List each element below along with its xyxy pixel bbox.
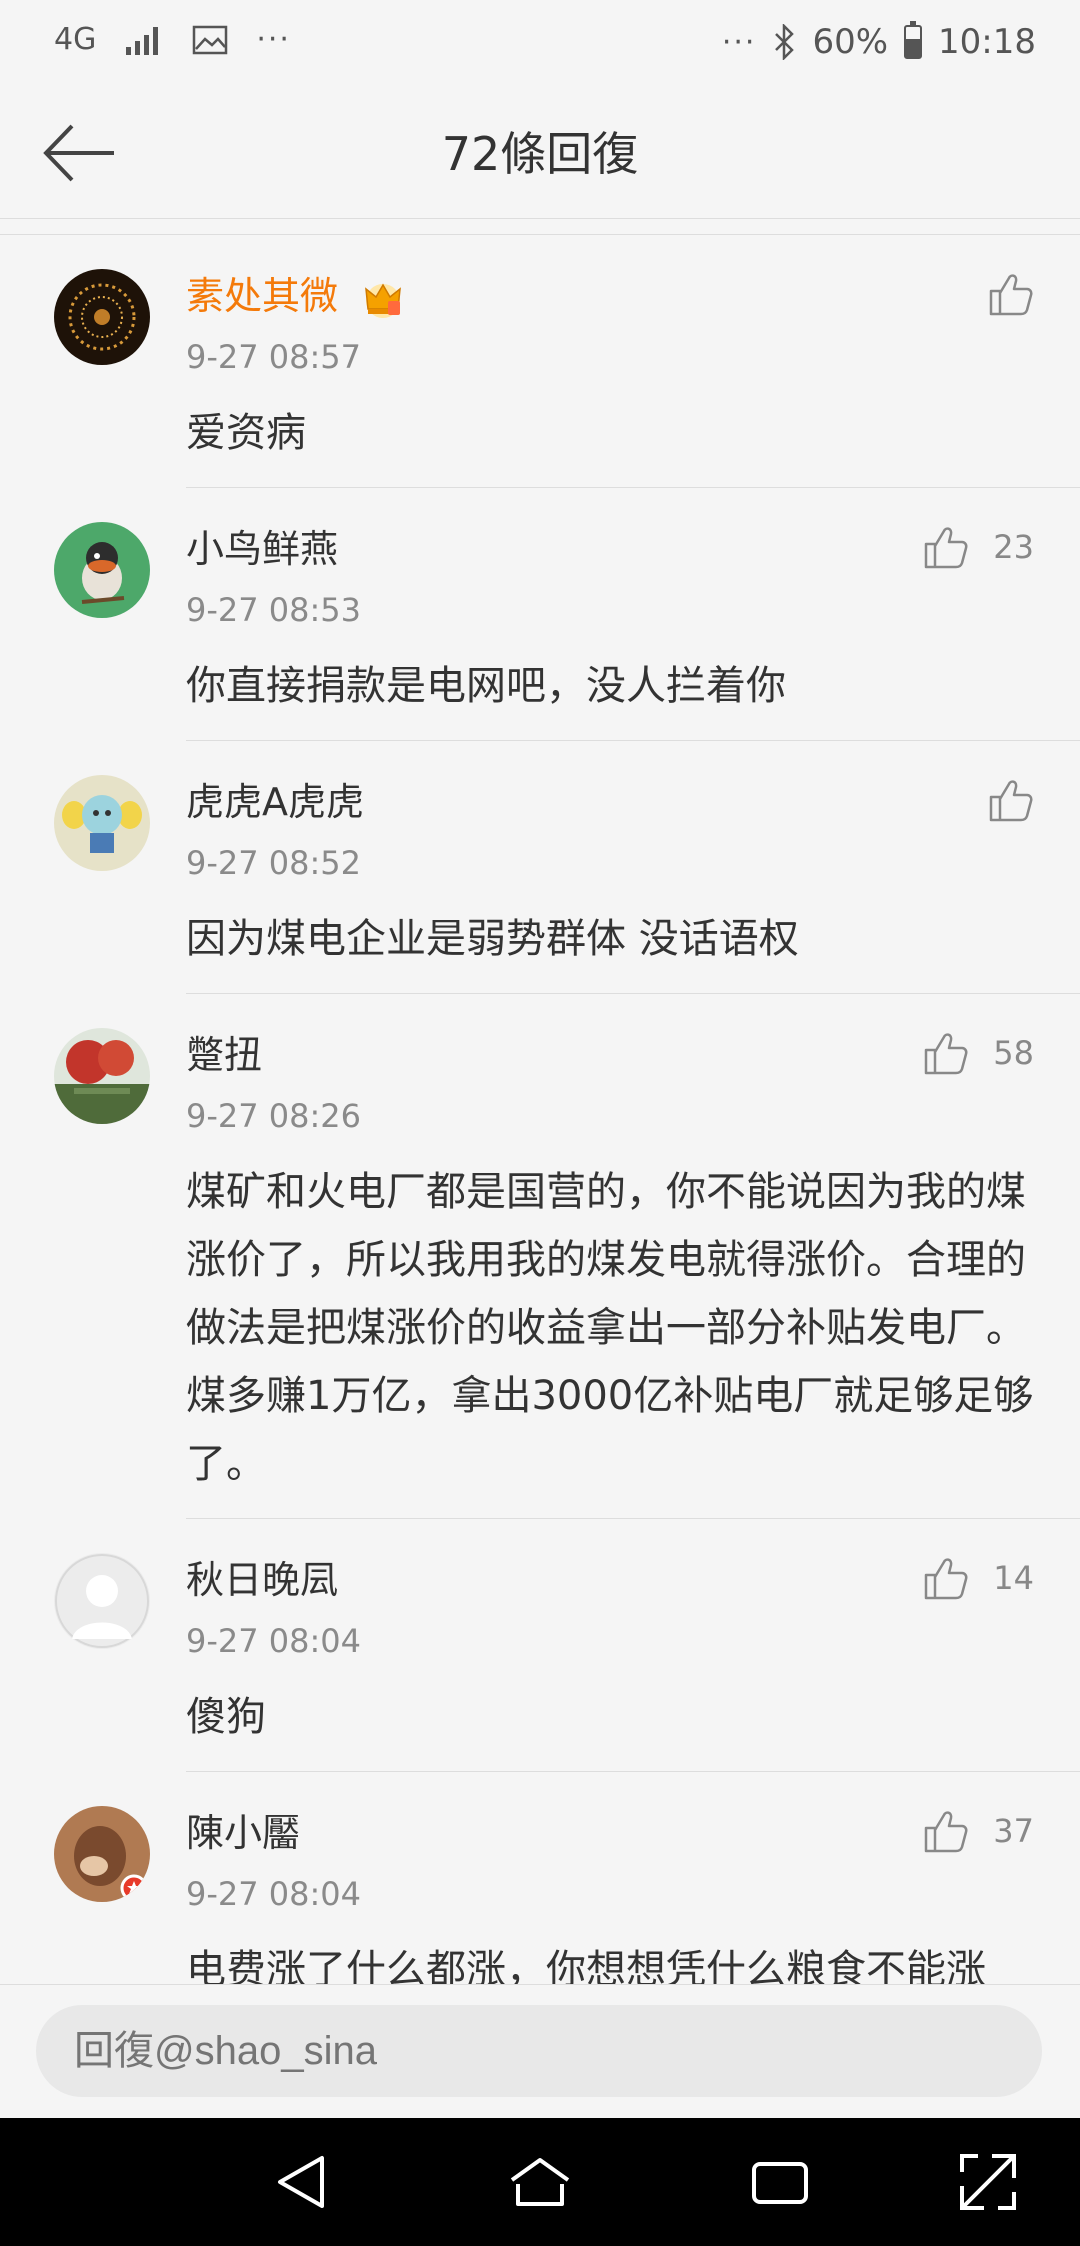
thumbs-up-icon (925, 1811, 968, 1853)
like-count: 14 (993, 1559, 1034, 1597)
comment-time: 9-27 08:26 (186, 1097, 362, 1135)
avatar[interactable] (54, 269, 150, 365)
thumbs-up-icon (925, 527, 968, 569)
comment-text: 傻狗 (186, 1694, 266, 1740)
like-button[interactable]: 37 (923, 1808, 1034, 1854)
comment-time: 9-27 08:53 (186, 591, 362, 629)
like-button[interactable]: 14 (923, 1555, 1034, 1601)
clock: 10:18 (938, 22, 1036, 62)
thumbs-up-icon (989, 780, 1033, 822)
thumbs-up-icon (925, 1558, 968, 1600)
image-icon (193, 25, 228, 54)
vip-crown-icon (365, 283, 402, 318)
battery-percent: 60% (812, 22, 889, 62)
comment-item[interactable]: 虎虎A虎虎 9-27 08:52 因为煤电企业是弱势群体 没话语权 (0, 741, 1080, 994)
like-button[interactable] (988, 271, 1034, 317)
nav-back-button[interactable] (270, 2150, 334, 2214)
triangle-back-icon (278, 2156, 324, 2208)
comment-time: 9-27 08:57 (186, 338, 362, 376)
more-status: ··· (721, 24, 757, 60)
comment-item[interactable]: 陳小靨 9-27 08:04 电费涨了什么都涨，你想想凭什么粮食不能涨 37 (0, 1772, 1080, 1985)
status-bar: 4G ··· ··· 60% 10:18 (0, 0, 1080, 88)
comment-item[interactable]: 素处其微 9-27 08:57 爱资病 (0, 235, 1080, 488)
thumbs-up-icon (989, 274, 1033, 316)
comment-time: 9-27 08:04 (186, 1875, 362, 1913)
comment-item[interactable]: 秋日晚凨 9-27 08:04 傻狗 14 (0, 1519, 1080, 1772)
like-count: 23 (993, 528, 1034, 566)
system-navigation-bar (0, 2118, 1080, 2246)
like-button[interactable]: 58 (923, 1030, 1034, 1076)
comment-text: 因为煤电企业是弱势群体 没话语权 (186, 916, 799, 962)
page-title: 72條回復 (441, 127, 639, 181)
like-count: 58 (993, 1034, 1034, 1072)
like-count: 37 (993, 1812, 1034, 1850)
avatar[interactable] (54, 1806, 150, 1902)
like-button[interactable]: 23 (923, 524, 1034, 570)
thumbs-up-icon (925, 1033, 968, 1075)
comment-item[interactable]: 蹩扭 9-27 08:26 煤矿和火电厂都是国营的，你不能说因为我的煤涨价了，所… (0, 994, 1080, 1519)
comment-text: 煤矿和火电厂都是国营的，你不能说因为我的煤涨价了，所以我用我的煤发电就得涨价。合… (186, 1169, 1034, 1487)
comment-username[interactable]: 虎虎A虎虎 (186, 771, 1080, 827)
reply-input[interactable] (36, 2005, 1042, 2097)
recent-apps-icon (752, 2162, 808, 2204)
avatar[interactable] (54, 1028, 150, 1124)
battery-icon (904, 21, 923, 59)
avatar[interactable] (54, 775, 150, 871)
signal-icon (126, 26, 159, 55)
reply-bar (0, 1984, 1080, 2119)
network-indicator: 4G (54, 22, 97, 57)
nav-expand-button[interactable] (956, 2150, 1020, 2214)
avatar[interactable] (54, 522, 150, 618)
bluetooth-icon (775, 24, 795, 60)
like-button[interactable] (988, 777, 1034, 823)
avatar[interactable] (54, 1553, 150, 1649)
comment-text: 电费涨了什么都涨，你想想凭什么粮食不能涨 (186, 1936, 1040, 1985)
top-app-bar: 72條回復 (0, 88, 1080, 219)
home-icon (510, 2158, 570, 2206)
expand-icon (960, 2154, 1016, 2210)
nav-home-button[interactable] (508, 2150, 572, 2214)
more-notifications: ··· (256, 22, 291, 57)
comment-text: 爱资病 (186, 410, 306, 456)
comment-text: 你直接捐款是电网吧，没人拦着你 (186, 663, 786, 709)
comment-item[interactable]: 小鸟鲜燕 9-27 08:53 你直接捐款是电网吧，没人拦着你 23 (0, 488, 1080, 741)
comment-time: 9-27 08:52 (186, 844, 362, 882)
comment-username[interactable]: 素处其微 (186, 265, 1080, 321)
nav-recent-button[interactable] (748, 2150, 812, 2214)
comment-list[interactable]: 素处其微 9-27 08:57 爱资病 小鸟鲜燕 9-27 08:53 你直接捐… (0, 234, 1080, 1985)
comment-time: 9-27 08:04 (186, 1622, 362, 1660)
